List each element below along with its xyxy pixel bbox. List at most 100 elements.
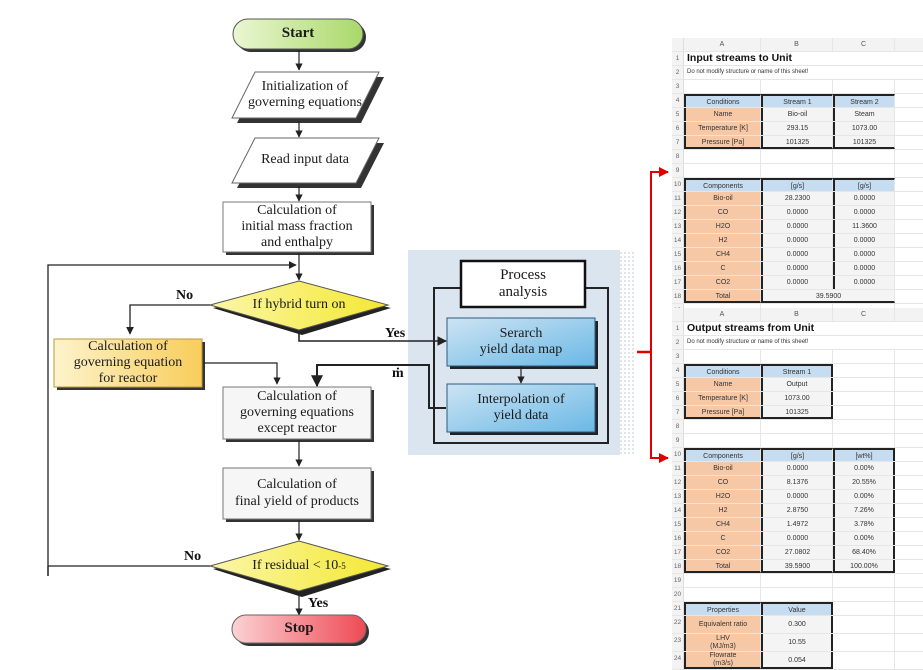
cell[interactable]: 0.0000 bbox=[761, 248, 833, 261]
cell[interactable]: Stream 1 bbox=[761, 94, 833, 107]
sheet-row: 8 bbox=[672, 150, 923, 164]
cell[interactable]: 0.0000 bbox=[761, 462, 833, 475]
cell[interactable]: 1073.00 bbox=[761, 392, 833, 405]
cell[interactable]: Conditions bbox=[684, 94, 761, 107]
cell[interactable]: [g/s] bbox=[761, 178, 833, 191]
cell[interactable]: Value bbox=[761, 602, 833, 615]
cell[interactable]: 27.0802 bbox=[761, 546, 833, 559]
cell[interactable]: 0.0000 bbox=[833, 192, 895, 205]
table-row: 6 Temperature [K] 1073.00 bbox=[672, 392, 923, 406]
cell[interactable]: 10.55 bbox=[761, 634, 833, 651]
cell[interactable]: 1.4972 bbox=[761, 518, 833, 531]
cell[interactable]: 39.5900 bbox=[761, 560, 833, 573]
cell[interactable]: 0.0000 bbox=[761, 220, 833, 233]
cell[interactable]: 0.00% bbox=[833, 532, 895, 545]
cell[interactable]: C bbox=[684, 532, 761, 545]
cell[interactable]: 0.0000 bbox=[761, 262, 833, 275]
except-reactor-node: Calculation of governing equations excep… bbox=[240, 388, 354, 437]
cell[interactable]: 0.0000 bbox=[833, 276, 895, 289]
row-number: 1 bbox=[672, 322, 684, 335]
col-header[interactable]: A bbox=[684, 38, 761, 51]
cell[interactable] bbox=[833, 634, 895, 651]
cell[interactable]: Stream 2 bbox=[833, 94, 895, 107]
cell[interactable]: 0.0000 bbox=[833, 248, 895, 261]
cell[interactable]: H2 bbox=[684, 234, 761, 247]
sheet-row: 3 bbox=[672, 350, 923, 364]
total-merged-cell[interactable]: 39.5900 bbox=[761, 290, 895, 303]
cell[interactable]: 1073.00 bbox=[833, 122, 895, 135]
col-header[interactable]: A bbox=[684, 308, 761, 321]
cell[interactable]: 28.2300 bbox=[761, 192, 833, 205]
cell[interactable]: 0.00% bbox=[833, 490, 895, 503]
cell[interactable]: Properties bbox=[684, 602, 761, 615]
cell[interactable]: Components bbox=[684, 448, 761, 461]
row-number: 4 bbox=[672, 364, 684, 377]
cell[interactable]: 0.0000 bbox=[833, 234, 895, 247]
cell[interactable]: Conditions bbox=[684, 364, 761, 377]
col-header[interactable]: B bbox=[761, 308, 833, 321]
cell[interactable]: CO bbox=[684, 206, 761, 219]
cell[interactable]: Temperature [K] bbox=[684, 392, 761, 405]
col-header[interactable]: C bbox=[833, 308, 895, 321]
cell[interactable]: 101325 bbox=[833, 136, 895, 149]
cell[interactable]: 2.8750 bbox=[761, 504, 833, 517]
cell[interactable]: Stream 1 bbox=[761, 364, 833, 377]
cell[interactable]: 7.26% bbox=[833, 504, 895, 517]
sheet-row: 8 bbox=[672, 420, 923, 434]
cell[interactable]: [g/s] bbox=[833, 178, 895, 191]
process-analysis-title: Process analysis bbox=[498, 266, 548, 300]
cell[interactable]: Steam bbox=[833, 108, 895, 121]
col-header[interactable]: C bbox=[833, 38, 895, 51]
cell[interactable]: Pressure [Pa] bbox=[684, 136, 761, 149]
cell[interactable]: 0.0000 bbox=[761, 206, 833, 219]
cell[interactable]: 0.300 bbox=[761, 616, 833, 633]
col-header[interactable]: B bbox=[761, 38, 833, 51]
cell[interactable]: 3.78% bbox=[833, 518, 895, 531]
table-row: 18 Total 39.5900 bbox=[672, 290, 923, 304]
cell[interactable]: H2O bbox=[684, 490, 761, 503]
cell[interactable]: 101325 bbox=[761, 136, 833, 149]
cell[interactable]: CO2 bbox=[684, 546, 761, 559]
cell[interactable]: Components bbox=[684, 178, 761, 191]
cell[interactable]: 0.0000 bbox=[833, 262, 895, 275]
cell[interactable]: 8.1376 bbox=[761, 476, 833, 489]
cell[interactable]: Output bbox=[761, 378, 833, 391]
cell[interactable]: Pressure [Pa] bbox=[684, 406, 761, 419]
cell[interactable]: Name bbox=[684, 378, 761, 391]
cell[interactable]: Name bbox=[684, 108, 761, 121]
cell[interactable]: CH4 bbox=[684, 518, 761, 531]
cell[interactable]: 0.0000 bbox=[833, 206, 895, 219]
cell[interactable]: C bbox=[684, 262, 761, 275]
cell[interactable]: 0.0000 bbox=[761, 276, 833, 289]
cell[interactable]: 20.55% bbox=[833, 476, 895, 489]
cell[interactable]: [wt%] bbox=[833, 448, 895, 461]
cell[interactable]: CO bbox=[684, 476, 761, 489]
cell[interactable]: H2O bbox=[684, 220, 761, 233]
cell[interactable]: 100.00% bbox=[833, 560, 895, 573]
cell[interactable]: [g/s] bbox=[761, 448, 833, 461]
cell[interactable]: Temperature [K] bbox=[684, 122, 761, 135]
calc-initial-node: Calculation of initial mass fraction and… bbox=[241, 202, 353, 251]
cell[interactable]: CO2 bbox=[684, 276, 761, 289]
cell[interactable]: LHV (MJ/m3) bbox=[684, 634, 761, 651]
cell[interactable]: 0.0000 bbox=[761, 234, 833, 247]
cell[interactable]: Bio-oil bbox=[761, 108, 833, 121]
cell[interactable]: CH4 bbox=[684, 248, 761, 261]
cell[interactable]: 68.40% bbox=[833, 546, 895, 559]
cell[interactable]: Bio-oil bbox=[684, 192, 761, 205]
cell[interactable]: 101325 bbox=[761, 406, 833, 419]
cell[interactable]: Total bbox=[684, 560, 761, 573]
cell[interactable]: Total bbox=[684, 290, 761, 303]
cell[interactable]: Equivalent ratio bbox=[684, 616, 761, 633]
cell[interactable]: 0.0000 bbox=[761, 532, 833, 545]
cell[interactable]: H2 bbox=[684, 504, 761, 517]
table-row: 13 H2O 0.0000 0.00% bbox=[672, 490, 923, 504]
row-number: 9 bbox=[672, 164, 684, 177]
cell[interactable]: 0.0000 bbox=[761, 490, 833, 503]
cell[interactable]: 0.00% bbox=[833, 462, 895, 475]
cell[interactable]: 293.15 bbox=[761, 122, 833, 135]
cell[interactable]: 11.3600 bbox=[833, 220, 895, 233]
cell[interactable]: Bio-oil bbox=[684, 462, 761, 475]
cell[interactable] bbox=[833, 616, 895, 633]
row-number: 6 bbox=[672, 122, 684, 135]
